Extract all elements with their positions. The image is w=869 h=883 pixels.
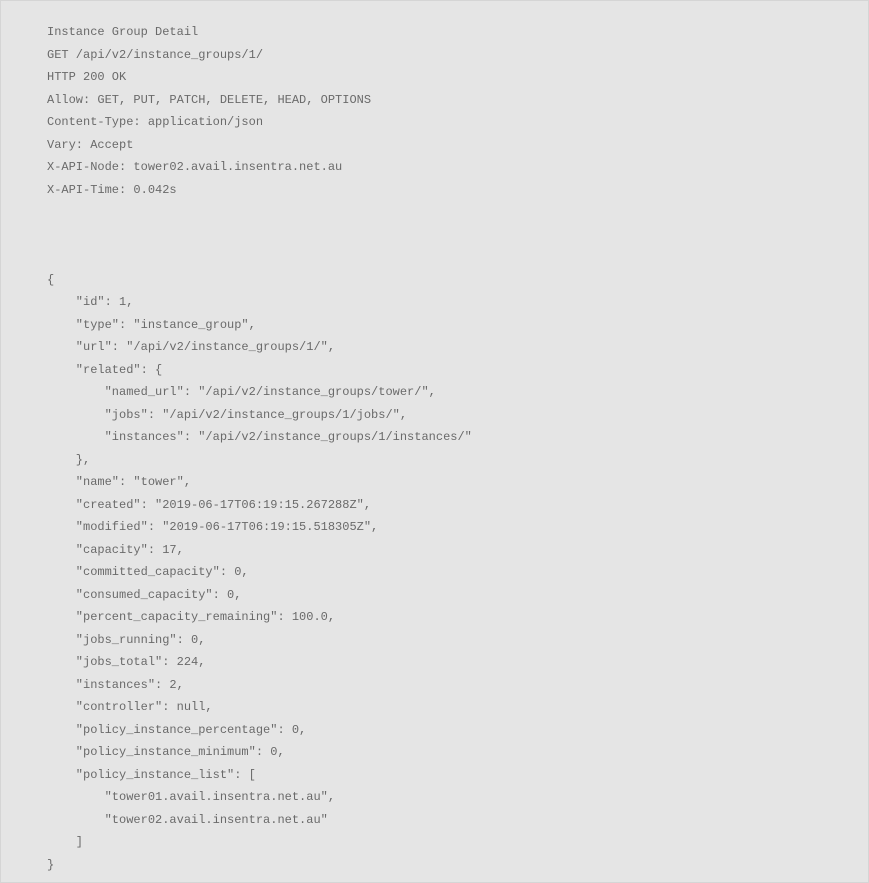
header-status: HTTP 200 OK [47,70,126,84]
json-line: "committed_capacity": 0, [47,565,249,579]
json-line: "tower01.avail.insentra.net.au", [47,790,335,804]
json-line: } [47,858,54,872]
json-line: "jobs_running": 0, [47,633,205,647]
header-api-time: X-API-Time: 0.042s [47,183,177,197]
json-line: "named_url": "/api/v2/instance_groups/to… [47,385,436,399]
json-line: "related": { [47,363,162,377]
json-line: "jobs_total": 224, [47,655,205,669]
json-line: "created": "2019-06-17T06:19:15.267288Z"… [47,498,371,512]
json-line: }, [47,453,90,467]
json-line: "capacity": 17, [47,543,184,557]
header-title: Instance Group Detail [47,25,198,39]
json-line: "policy_instance_minimum": 0, [47,745,285,759]
json-line: "modified": "2019-06-17T06:19:15.518305Z… [47,520,378,534]
header-api-node: X-API-Node: tower02.avail.insentra.net.a… [47,160,342,174]
json-line: "percent_capacity_remaining": 100.0, [47,610,335,624]
json-line: "type": "instance_group", [47,318,256,332]
header-request: GET /api/v2/instance_groups/1/ [47,48,263,62]
json-line: "tower02.avail.insentra.net.au" [47,813,328,827]
json-line: "controller": null, [47,700,213,714]
json-line: "instances": 2, [47,678,184,692]
json-line: "url": "/api/v2/instance_groups/1/", [47,340,335,354]
json-line: ] [47,835,83,849]
api-response-block: Instance Group Detail GET /api/v2/instan… [0,0,869,883]
json-line: "id": 1, [47,295,133,309]
header-allow: Allow: GET, PUT, PATCH, DELETE, HEAD, OP… [47,93,371,107]
json-line: "name": "tower", [47,475,191,489]
header-content-type: Content-Type: application/json [47,115,263,129]
json-line: { [47,273,54,287]
json-line: "consumed_capacity": 0, [47,588,241,602]
json-line: "policy_instance_percentage": 0, [47,723,306,737]
header-vary: Vary: Accept [47,138,133,152]
json-line: "policy_instance_list": [ [47,768,256,782]
json-line: "instances": "/api/v2/instance_groups/1/… [47,430,472,444]
json-line: "jobs": "/api/v2/instance_groups/1/jobs/… [47,408,407,422]
